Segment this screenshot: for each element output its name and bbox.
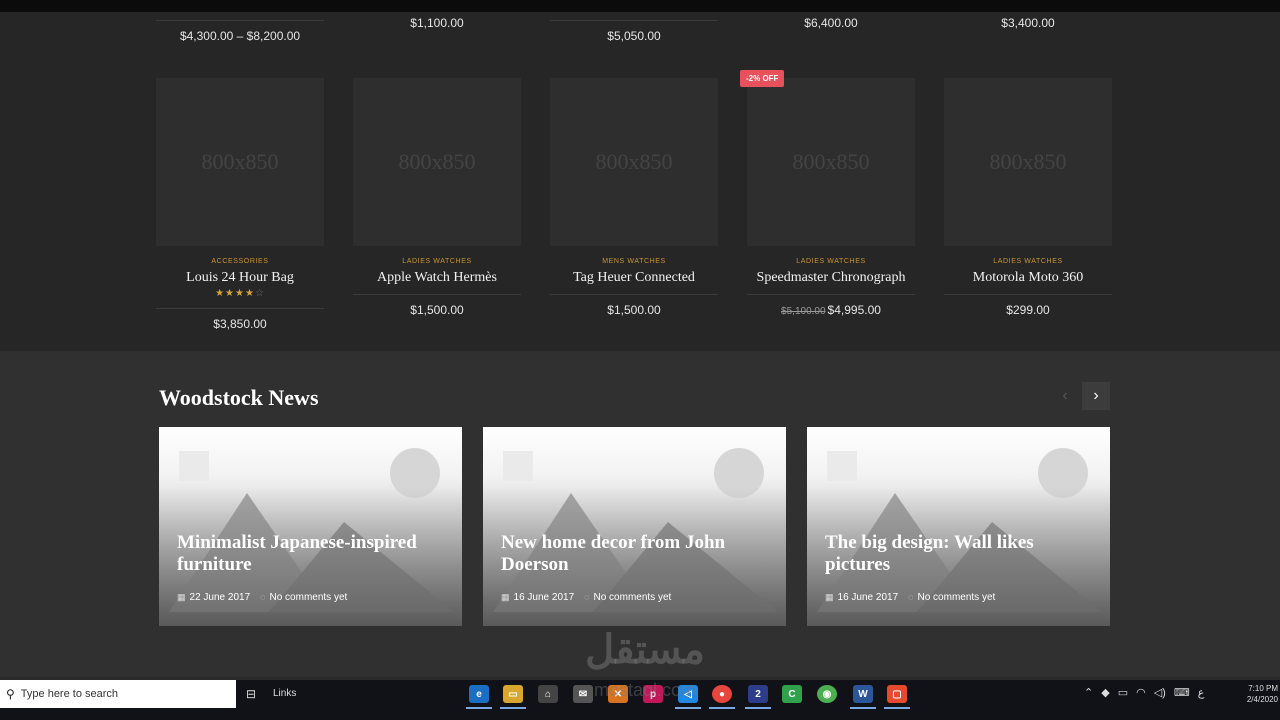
keyboard-icon[interactable]: ⌨ xyxy=(1174,686,1190,699)
post-meta: ▦ 16 June 2017 ◌ No comments yet xyxy=(825,592,995,603)
product-category[interactable]: ACCESSORIES xyxy=(156,258,324,265)
product-card[interactable]: 800x850 MENS WATCHES Tag Heuer Connected… xyxy=(550,78,718,317)
previous-product: $1,100.00 xyxy=(353,16,521,30)
links-toolbar[interactable]: Links xyxy=(273,688,296,699)
post-comments[interactable]: No comments yet xyxy=(594,592,672,603)
product-image[interactable]: -2% OFF 800x850 xyxy=(740,70,915,246)
previous-product: $4,300.00 – $8,200.00 xyxy=(156,20,324,43)
browser-top-edge xyxy=(0,0,1280,12)
carousel-prev-button[interactable]: ‹ xyxy=(1051,382,1079,410)
news-card[interactable]: New home decor from John Doerson ▦ 16 Jun… xyxy=(483,427,786,626)
comment-icon: ◌ xyxy=(260,592,266,602)
product-name[interactable]: Apple Watch Hermès xyxy=(353,270,521,286)
product-image[interactable]: 800x850 xyxy=(550,78,718,246)
taskbar-search-input[interactable]: ⚲ Type here to search xyxy=(0,680,236,708)
product-name[interactable]: Tag Heuer Connected xyxy=(550,270,718,286)
post-date: 22 June 2017 xyxy=(189,592,251,603)
system-tray: ⌃ ◆ ▭ ◠ ◁) ⌨ ع xyxy=(1084,686,1204,699)
file-explorer-icon[interactable]: ▭ xyxy=(503,685,523,703)
comment-icon: ◌ xyxy=(908,592,914,602)
calendar-icon: ▦ xyxy=(825,592,834,602)
product-category[interactable]: LADIES WATCHES xyxy=(944,258,1112,265)
search-icon: ⚲ xyxy=(6,687,15,701)
language-indicator[interactable]: ع xyxy=(1198,686,1205,699)
store-icon[interactable]: ⌂ xyxy=(538,685,558,703)
product-image[interactable]: 800x850 xyxy=(353,78,521,246)
product-category[interactable]: MENS WATCHES xyxy=(550,258,718,265)
chevron-left-icon: ‹ xyxy=(1062,387,1068,404)
search-placeholder: Type here to search xyxy=(20,688,119,700)
watermark-text: mostaql.com xyxy=(593,680,697,700)
product-price: $6,400.00 xyxy=(804,16,858,30)
camtasia-icon[interactable]: C xyxy=(782,685,802,703)
post-title[interactable]: Minimalist Japanese-inspired furniture xyxy=(177,532,447,576)
news-card[interactable]: The big design: Wall likes pictures ▦ 16 … xyxy=(807,427,1110,626)
product-image[interactable]: 800x850 xyxy=(944,78,1112,246)
product-price: $299.00 xyxy=(1006,303,1050,317)
product-card[interactable]: -2% OFF 800x850 LADIES WATCHES Speedmast… xyxy=(740,70,915,317)
product-category[interactable]: LADIES WATCHES xyxy=(747,258,915,265)
product-price: $1,100.00 xyxy=(410,16,464,30)
globe-icon[interactable]: ◉ xyxy=(817,685,837,703)
old-price: $5,100.00 xyxy=(781,306,826,317)
dropbox-icon[interactable]: ◆ xyxy=(1101,686,1109,699)
app-badge-icon[interactable]: 2 xyxy=(748,685,768,703)
clock[interactable]: 7:10 PM 2/4/2020 xyxy=(1236,683,1280,705)
clock-date: 2/4/2020 xyxy=(1246,695,1278,704)
product-name[interactable]: Speedmaster Chronograph xyxy=(747,270,915,286)
volume-icon[interactable]: ◁) xyxy=(1154,686,1166,699)
word-icon[interactable]: W xyxy=(853,685,873,703)
post-date: 16 June 2017 xyxy=(513,592,575,603)
edge-icon[interactable]: e xyxy=(469,685,489,703)
task-view-icon[interactable]: ⊟ xyxy=(246,687,256,701)
product-card[interactable]: 800x850 LADIES WATCHES Apple Watch Hermè… xyxy=(353,78,521,317)
post-meta: ▦ 22 June 2017 ◌ No comments yet xyxy=(177,592,347,603)
chevron-up-icon[interactable]: ⌃ xyxy=(1084,686,1093,699)
battery-icon[interactable]: ▭ xyxy=(1118,686,1128,699)
product-price: $5,050.00 xyxy=(607,29,661,43)
product-name[interactable]: Motorola Moto 360 xyxy=(944,270,1112,286)
post-date: 16 June 2017 xyxy=(837,592,899,603)
post-comments[interactable]: No comments yet xyxy=(918,592,996,603)
post-comments[interactable]: No comments yet xyxy=(270,592,348,603)
carousel-next-button[interactable]: › xyxy=(1082,382,1110,410)
recorder-icon[interactable]: ▢ xyxy=(887,685,907,703)
product-image[interactable]: 800x850 xyxy=(156,78,324,246)
chevron-right-icon: › xyxy=(1093,387,1099,404)
watermark-logo: مستقل xyxy=(585,628,705,672)
product-price: $3,850.00 xyxy=(213,317,267,331)
post-title[interactable]: New home decor from John Doerson xyxy=(501,532,771,576)
post-title[interactable]: The big design: Wall likes pictures xyxy=(825,532,1095,576)
products-section: $4,300.00 – $8,200.00 $1,100.00 $5,050.0… xyxy=(0,12,1280,351)
product-price: $1,500.00 xyxy=(410,303,464,317)
product-price: $5,100.00 $4,995.00 xyxy=(781,303,881,317)
calendar-icon: ▦ xyxy=(177,592,186,602)
previous-product: $5,050.00 xyxy=(550,20,718,43)
section-title: Woodstock News xyxy=(159,385,319,410)
post-meta: ▦ 16 June 2017 ◌ No comments yet xyxy=(501,592,671,603)
product-card[interactable]: 800x850 ACCESSORIES Louis 24 Hour Bag ★★… xyxy=(156,78,324,331)
product-price: $1,500.00 xyxy=(607,303,661,317)
product-card[interactable]: 800x850 LADIES WATCHES Motorola Moto 360… xyxy=(944,78,1112,317)
calendar-icon: ▦ xyxy=(501,592,510,602)
product-category[interactable]: LADIES WATCHES xyxy=(353,258,521,265)
product-name[interactable]: Louis 24 Hour Bag xyxy=(156,270,324,286)
product-price: $3,400.00 xyxy=(1001,16,1055,30)
comment-icon: ◌ xyxy=(584,592,590,602)
previous-product: $6,400.00 xyxy=(747,16,915,30)
wifi-icon[interactable]: ◠ xyxy=(1136,686,1146,699)
previous-product: $3,400.00 xyxy=(944,16,1112,30)
clock-time: 7:10 PM xyxy=(1248,684,1278,693)
discount-badge: -2% OFF xyxy=(740,70,785,87)
product-price: $4,300.00 – $8,200.00 xyxy=(179,29,301,43)
news-card[interactable]: Minimalist Japanese-inspired furniture ▦… xyxy=(159,427,462,626)
rating-stars: ★★★★☆ xyxy=(215,288,265,299)
